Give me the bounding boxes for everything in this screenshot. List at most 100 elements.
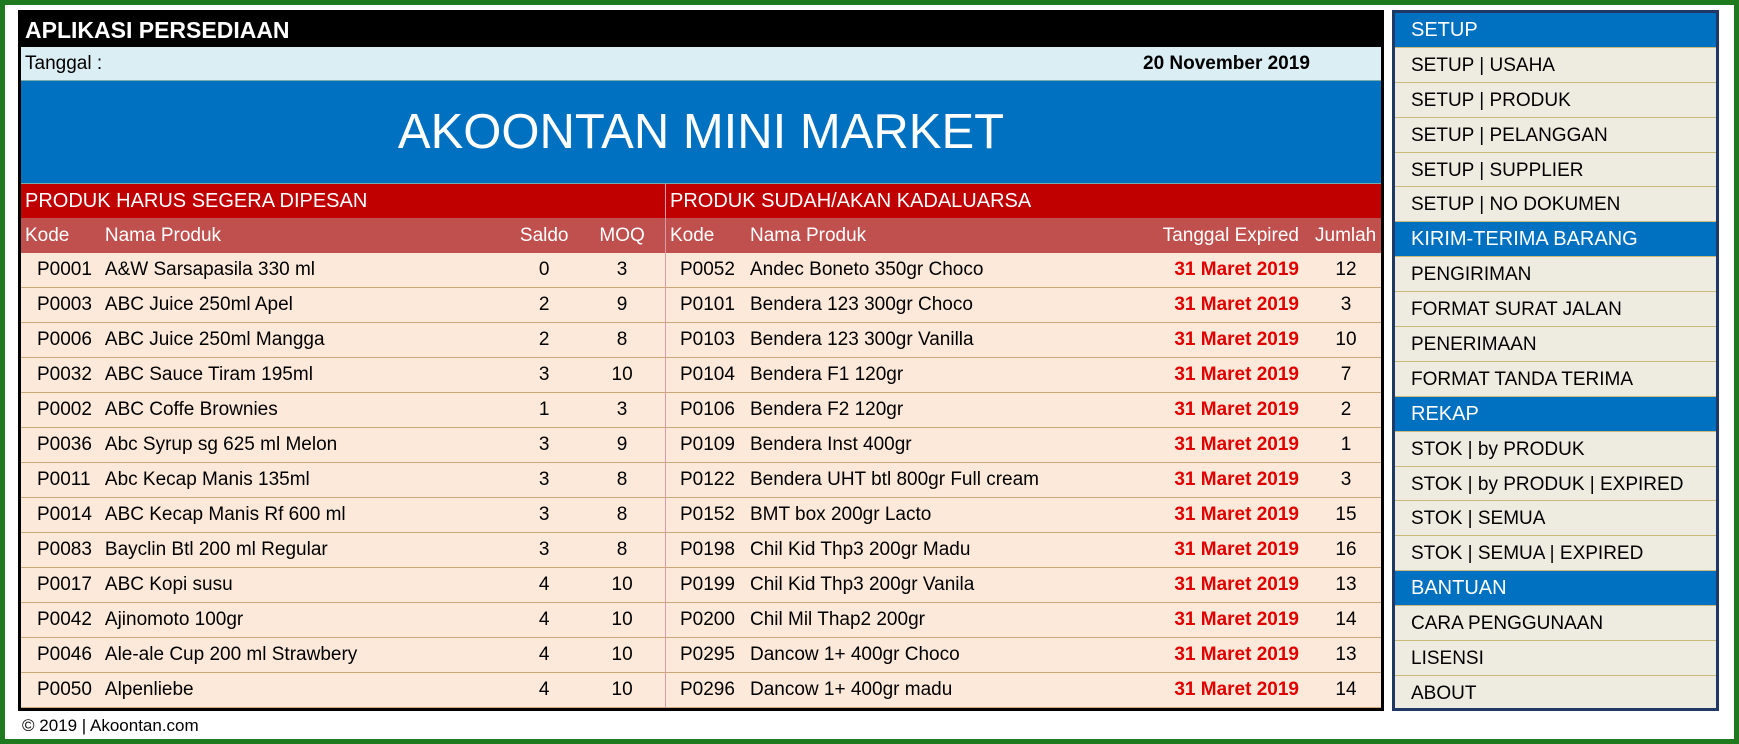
cell-nama-produk: ABC Kecap Manis Rf 600 ml bbox=[104, 504, 346, 525]
table-row: P0003 ABC Juice 250ml Apel 2 9 bbox=[21, 288, 665, 323]
cell-nama-produk: Bendera 123 300gr Vanilla bbox=[750, 329, 974, 350]
cell-kode: P0101 bbox=[680, 294, 735, 315]
cell-nama-produk: Dancow 1+ 400gr Choco bbox=[750, 644, 960, 665]
cell-nama-produk: Dancow 1+ 400gr madu bbox=[750, 679, 953, 700]
cell-jumlah: 16 bbox=[1335, 539, 1357, 560]
cell-jumlah: 10 bbox=[1335, 329, 1357, 350]
cell-tanggal-expired: 31 Maret 2019 bbox=[1174, 294, 1299, 315]
cell-kode: P0109 bbox=[680, 434, 735, 455]
dashboard-main: APLIKASI PERSEDIAAN Tanggal : 20 Novembe… bbox=[18, 10, 1384, 711]
cell-kode: P0036 bbox=[37, 434, 92, 455]
cell-nama-produk: Bendera Inst 400gr bbox=[750, 434, 912, 455]
cell-nama-produk: Chil Mil Thap2 200gr bbox=[750, 609, 925, 630]
menu-item-stok-semua-expired[interactable]: STOK | SEMUA | EXPIRED bbox=[1395, 536, 1716, 572]
menu-item-setup-usaha[interactable]: SETUP | USAHA bbox=[1395, 47, 1716, 83]
menu-item-setup-supplier[interactable]: SETUP | SUPPLIER bbox=[1395, 152, 1716, 188]
table-row: P0052 Andec Boneto 350gr Choco 31 Maret 20… bbox=[666, 253, 1381, 288]
cell-kode: P0006 bbox=[37, 329, 92, 350]
cell-kode: P0199 bbox=[680, 574, 735, 595]
menu-item-stok-by-produk[interactable]: STOK | by PRODUK bbox=[1395, 431, 1716, 467]
cell-nama-produk: Abc Kecap Manis 135ml bbox=[104, 469, 310, 490]
cell-moq: 10 bbox=[611, 609, 633, 630]
table-row: P0001 A&W Sarsapasila 330 ml 0 3 bbox=[21, 253, 665, 288]
cell-jumlah: 12 bbox=[1335, 259, 1357, 280]
menu-item-setup-no-dokumen[interactable]: SETUP | NO DOKUMEN bbox=[1395, 187, 1716, 223]
cell-kode: P0011 bbox=[37, 469, 91, 490]
menu-item-setup-produk[interactable]: SETUP | PRODUK bbox=[1395, 82, 1716, 118]
cell-saldo: 0 bbox=[538, 259, 550, 280]
menu-section-setup: SETUP bbox=[1395, 13, 1716, 48]
cell-nama-produk: Bendera 123 300gr Choco bbox=[750, 294, 973, 315]
cell-tanggal-expired: 31 Maret 2019 bbox=[1174, 574, 1299, 595]
cell-saldo: 4 bbox=[538, 574, 550, 595]
company-banner: AKOONTAN MINI MARKET bbox=[21, 81, 1381, 184]
menu-item-cara-penggunaan[interactable]: CARA PENGGUNAAN bbox=[1395, 606, 1716, 642]
table-row: P0109 Bendera Inst 400gr 31 Maret 2019 1 bbox=[666, 428, 1381, 463]
column-kode: Kode bbox=[670, 224, 715, 246]
menu-item-pengiriman[interactable]: PENGIRIMAN bbox=[1395, 257, 1716, 293]
table-row: P0296 Dancow 1+ 400gr madu 31 Maret 2019 14 bbox=[666, 673, 1381, 708]
cell-jumlah: 7 bbox=[1340, 364, 1352, 385]
cell-saldo: 3 bbox=[538, 504, 550, 525]
date-row: Tanggal : 20 November 2019 bbox=[21, 47, 1381, 81]
table-row: P0036 Abc Syrup sg 625 ml Melon 3 9 bbox=[21, 428, 665, 463]
column-moq: MOQ bbox=[599, 224, 645, 246]
cell-tanggal-expired: 31 Maret 2019 bbox=[1174, 679, 1299, 700]
tables-area: PRODUK HARUS SEGERA DIPESAN Kode Nama Pr… bbox=[21, 184, 1381, 708]
expired-rows: P0052 Andec Boneto 350gr Choco 31 Maret 20… bbox=[666, 253, 1381, 708]
cell-kode: P0122 bbox=[680, 469, 735, 490]
menu-item-lisensi[interactable]: LISENSI bbox=[1395, 641, 1716, 676]
cell-moq: 8 bbox=[616, 329, 628, 350]
cell-kode: P0001 bbox=[37, 259, 92, 280]
cell-kode: P0032 bbox=[37, 364, 92, 385]
cell-saldo: 3 bbox=[538, 539, 550, 560]
menu-item-format-surat-jalan[interactable]: FORMAT SURAT JALAN bbox=[1395, 292, 1716, 328]
cell-tanggal-expired: 31 Maret 2019 bbox=[1174, 539, 1299, 560]
table-row: P0083 Bayclin Btl 200 ml Regular 3 8 bbox=[21, 533, 665, 568]
expired-column-header: Kode Nama Produk Tanggal Expired Jumlah bbox=[666, 218, 1381, 253]
app-title: APLIKASI PERSEDIAAN bbox=[21, 13, 1381, 47]
cell-moq: 8 bbox=[616, 539, 628, 560]
menu-item-stok-by-produk-expired[interactable]: STOK | by PRODUK | EXPIRED bbox=[1395, 466, 1716, 502]
cell-moq: 9 bbox=[616, 434, 628, 455]
column-tanggal-expired: Tanggal Expired bbox=[1162, 224, 1299, 246]
cell-jumlah: 14 bbox=[1335, 609, 1357, 630]
cell-kode: P0014 bbox=[37, 504, 92, 525]
menu-item-stok-semua[interactable]: STOK | SEMUA bbox=[1395, 501, 1716, 537]
reorder-panel-title: PRODUK HARUS SEGERA DIPESAN bbox=[21, 184, 665, 218]
cell-tanggal-expired: 31 Maret 2019 bbox=[1174, 364, 1299, 385]
menu-section-kirim: KIRIM-TERIMA BARANG bbox=[1395, 222, 1716, 258]
cell-nama-produk: Chil Kid Thp3 200gr Vanila bbox=[750, 574, 975, 595]
cell-saldo: 1 bbox=[538, 399, 550, 420]
menu-item-penerimaan[interactable]: PENERIMAAN bbox=[1395, 327, 1716, 362]
menu-item-about[interactable]: ABOUT bbox=[1395, 675, 1716, 708]
cell-kode: P0050 bbox=[37, 679, 92, 700]
cell-jumlah: 3 bbox=[1340, 294, 1352, 315]
table-row: P0006 ABC Juice 250ml Mangga 2 8 bbox=[21, 323, 665, 358]
cell-kode: P0052 bbox=[680, 259, 735, 280]
menu-section-bantuan: BANTUAN bbox=[1395, 571, 1716, 607]
cell-jumlah: 13 bbox=[1335, 644, 1357, 665]
table-row: P0017 ABC Kopi susu 4 10 bbox=[21, 568, 665, 603]
table-row: P0050 Alpenliebe 4 10 bbox=[21, 673, 665, 708]
cell-nama-produk: ABC Coffe Brownies bbox=[104, 399, 278, 420]
table-row: P0200 Chil Mil Thap2 200gr 31 Maret 2019 14 bbox=[666, 603, 1381, 638]
menu-item-setup-pelanggan[interactable]: SETUP | PELANGGAN bbox=[1395, 117, 1716, 153]
cell-kode: P0152 bbox=[680, 504, 735, 525]
cell-saldo: 4 bbox=[538, 644, 550, 665]
cell-kode: P0002 bbox=[37, 399, 92, 420]
cell-tanggal-expired: 31 Maret 2019 bbox=[1174, 504, 1299, 525]
cell-kode: P0198 bbox=[680, 539, 735, 560]
reorder-rows: P0001 A&W Sarsapasila 330 ml 0 3 P0003 ABC Ju… bbox=[21, 253, 665, 708]
table-row: P0295 Dancow 1+ 400gr Choco 31 Maret 2019 1… bbox=[666, 638, 1381, 673]
cell-nama-produk: ABC Kopi susu bbox=[104, 574, 233, 595]
cell-nama-produk: Bayclin Btl 200 ml Regular bbox=[104, 539, 328, 560]
cell-kode: P0296 bbox=[680, 679, 735, 700]
cell-tanggal-expired: 31 Maret 2019 bbox=[1174, 399, 1299, 420]
cell-moq: 3 bbox=[616, 399, 628, 420]
menu-item-format-tanda-terima[interactable]: FORMAT TANDA TERIMA bbox=[1395, 361, 1716, 397]
column-nama-produk: Nama Produk bbox=[750, 224, 867, 246]
table-row: P0122 Bendera UHT btl 800gr Full cream 31 … bbox=[666, 463, 1381, 498]
cell-kode: P0046 bbox=[37, 644, 92, 665]
cell-kode: P0083 bbox=[37, 539, 92, 560]
